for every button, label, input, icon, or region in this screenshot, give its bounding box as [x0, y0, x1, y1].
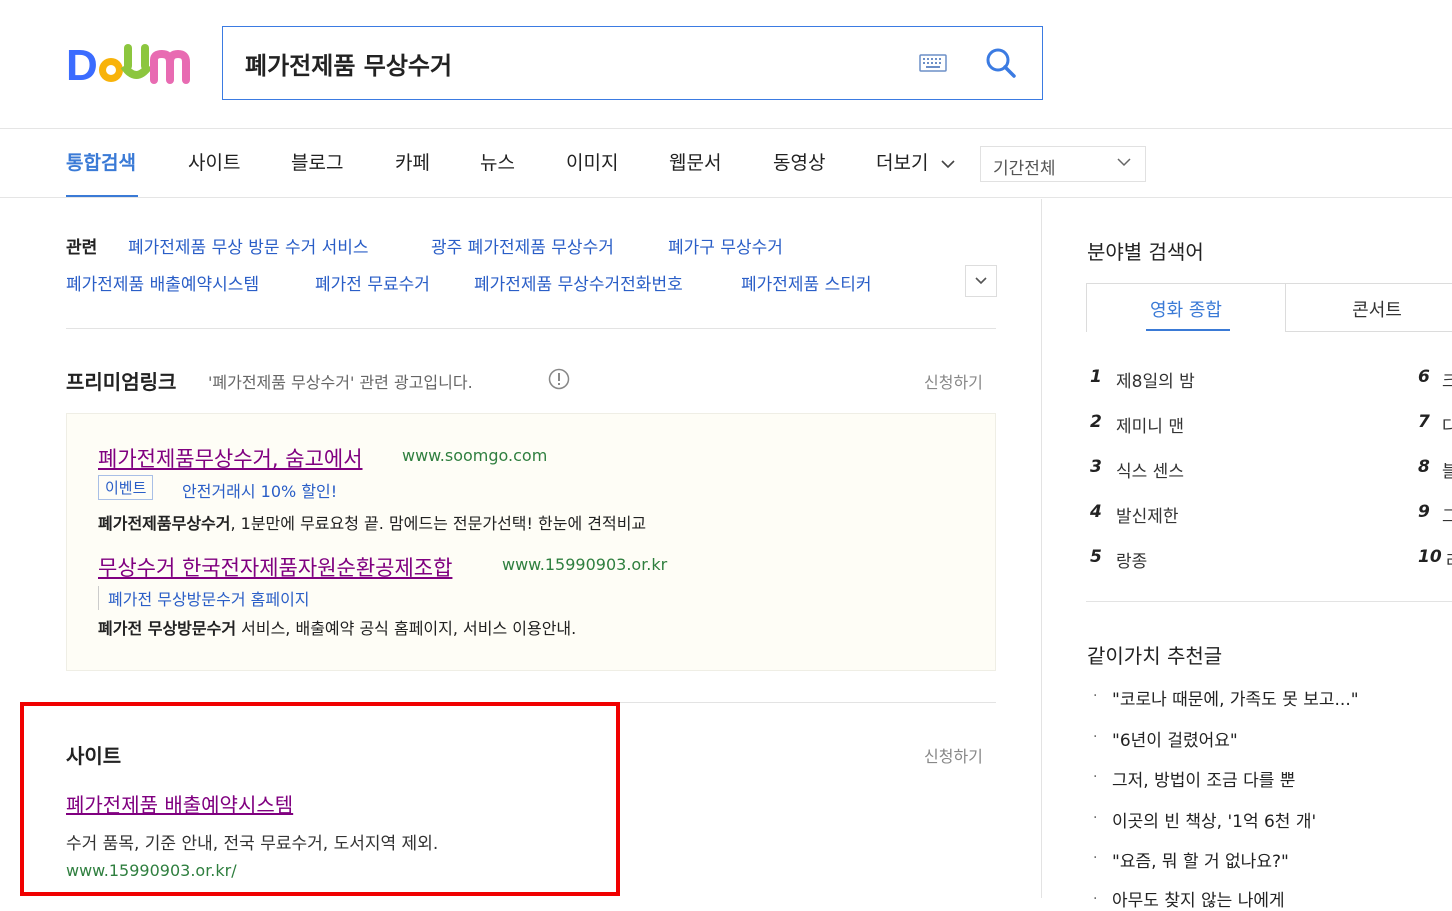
ad-url[interactable]: www.15990903.or.kr: [502, 555, 667, 574]
ad-description-text: , 1분만에 무료요청 끝. 맘에드는 전문가선택! 한눈에 견적비교: [230, 514, 647, 533]
tab-video[interactable]: 동영상: [773, 148, 825, 175]
premium-apply-link[interactable]: 신청하기: [924, 369, 983, 393]
keyboard-icon[interactable]: [919, 54, 947, 72]
related-link[interactable]: 폐가전 무료수거: [315, 270, 430, 295]
recommend-item[interactable]: 그저, 방법이 조금 다를 뿐: [1112, 766, 1295, 791]
bullet: ·: [1093, 769, 1098, 785]
related-title: 관련: [66, 238, 98, 258]
rank-number: 2: [1090, 412, 1102, 432]
related-link[interactable]: 폐가전제품 스티커: [741, 270, 872, 295]
active-tab-indicator: [1146, 329, 1230, 331]
chevron-down-icon: [1117, 158, 1131, 167]
rank-number: 3: [1090, 457, 1102, 477]
related-link[interactable]: 폐가구 무상수거: [668, 233, 783, 258]
rank-number: 10: [1418, 547, 1442, 567]
rank-item[interactable]: 크: [1442, 367, 1452, 392]
recommend-item[interactable]: 아무도 찾지 않는 나에게: [1112, 886, 1285, 911]
rank-item[interactable]: 제미니 맨: [1116, 412, 1184, 437]
rank-item[interactable]: 제8일의 밤: [1116, 367, 1195, 392]
ad-description-text: 서비스, 배출예약 공식 홈페이지, 서비스 이용안내.: [236, 619, 577, 638]
bullet: ·: [1093, 810, 1098, 826]
tab-image[interactable]: 이미지: [566, 148, 618, 175]
bullet: ·: [1093, 729, 1098, 745]
rank-number: 7: [1418, 412, 1430, 432]
rank-item[interactable]: 발신제한: [1116, 502, 1179, 527]
event-badge: 이벤트: [98, 475, 154, 500]
period-select[interactable]: 기간전체: [980, 146, 1146, 182]
recommend-item[interactable]: 이곳의 빈 책상, '1억 6천 개': [1112, 807, 1316, 832]
tab-integrated-search[interactable]: 통합검색: [66, 148, 136, 175]
bullet: ·: [1093, 891, 1098, 907]
rank-number: 8: [1418, 457, 1430, 477]
rank-item[interactable]: 랑종: [1116, 547, 1147, 572]
premium-desc: '폐가전제품 무상수거' 관련 광고입니다.: [208, 373, 473, 392]
recommend-item[interactable]: "6년이 걸렸어요": [1112, 726, 1238, 751]
recommend-item[interactable]: "코로나 때문에, 가족도 못 보고...": [1112, 685, 1359, 710]
rank-item[interactable]: 그: [1442, 502, 1452, 527]
tab-concert[interactable]: 콘서트: [1287, 284, 1452, 332]
related-link[interactable]: 폐가전제품 배출예약시스템: [66, 270, 259, 295]
field-search-title: 분야별 검색어: [1087, 240, 1204, 264]
info-icon[interactable]: [548, 368, 570, 390]
field-tabs: 영화 종합 콘서트: [1086, 283, 1452, 332]
ad-url[interactable]: www.soomgo.com: [402, 446, 547, 465]
ad-event-text[interactable]: 안전거래시 10% 할인!: [182, 478, 337, 502]
ad-description-keyword: 폐가전 무상방문수거: [98, 619, 237, 638]
daum-logo[interactable]: D: [66, 38, 194, 90]
svg-text:D: D: [66, 41, 98, 90]
tab-blog[interactable]: 블로그: [291, 148, 343, 175]
period-select-value: 기간전체: [993, 159, 1056, 179]
related-link[interactable]: 폐가전제품 무상 방문 수거 서비스: [128, 233, 369, 258]
chevron-down-icon: [940, 160, 955, 169]
rank-item[interactable]: 다: [1442, 412, 1452, 437]
highlight-box: [20, 702, 620, 896]
rank-number: 6: [1418, 367, 1430, 387]
tab-site[interactable]: 사이트: [188, 148, 240, 175]
rank-number: 4: [1090, 502, 1102, 522]
related-link[interactable]: 폐가전제품 무상수거전화번호: [474, 270, 683, 295]
tab-news[interactable]: 뉴스: [480, 148, 515, 175]
rank-number: 9: [1418, 502, 1430, 522]
ad-sublink[interactable]: 폐가전 무상방문수거 홈페이지: [98, 586, 310, 610]
recommend-item[interactable]: "요즘, 뭐 할 거 없나요?": [1112, 847, 1289, 872]
search-input[interactable]: [245, 45, 905, 81]
tab-more[interactable]: 더보기: [876, 148, 955, 175]
ad-description: 폐가전 무상방문수거 서비스, 배출예약 공식 홈페이지, 서비스 이용안내.: [98, 615, 576, 639]
rank-item[interactable]: 식스 센스: [1116, 457, 1184, 482]
divider: [1086, 601, 1452, 602]
site-apply-link[interactable]: 신청하기: [924, 743, 983, 767]
ad-description-keyword: 폐가전제품무상수거: [98, 514, 231, 533]
divider: [66, 328, 996, 329]
related-link[interactable]: 광주 폐가전제품 무상수거: [431, 233, 614, 258]
search-box: [222, 26, 1043, 100]
bullet: ·: [1093, 850, 1098, 866]
ad-description: 폐가전제품무상수거, 1분만에 무료요청 끝. 맘에드는 전문가선택! 한눈에 …: [98, 510, 646, 534]
search-icon[interactable]: [983, 45, 1019, 81]
related-expand-button[interactable]: [965, 265, 997, 297]
tab-webdoc[interactable]: 웹문서: [669, 148, 721, 175]
column-divider: [1041, 199, 1042, 898]
rank-item[interactable]: 블: [1442, 457, 1452, 482]
rank-number: 1: [1090, 367, 1102, 387]
tab-more-label: 더보기: [876, 152, 929, 174]
tab-movie-overall[interactable]: 영화 종합: [1087, 284, 1286, 332]
rank-item[interactable]: 라: [1446, 547, 1452, 572]
premium-title: 프리미엄링크: [66, 370, 177, 394]
bullet: ·: [1093, 688, 1098, 704]
rank-number: 5: [1090, 547, 1102, 567]
ad-title-link[interactable]: 폐가전제품무상수거, 숨고에서: [98, 443, 363, 473]
tab-cafe[interactable]: 카페: [395, 148, 430, 175]
header-divider: [0, 128, 1452, 129]
tabs-divider: [0, 197, 1452, 198]
recommend-title: 같이가치 추천글: [1087, 644, 1223, 668]
ad-title-link[interactable]: 무상수거 한국전자제품자원순환공제조합: [98, 552, 452, 582]
chevron-down-icon: [975, 277, 987, 285]
